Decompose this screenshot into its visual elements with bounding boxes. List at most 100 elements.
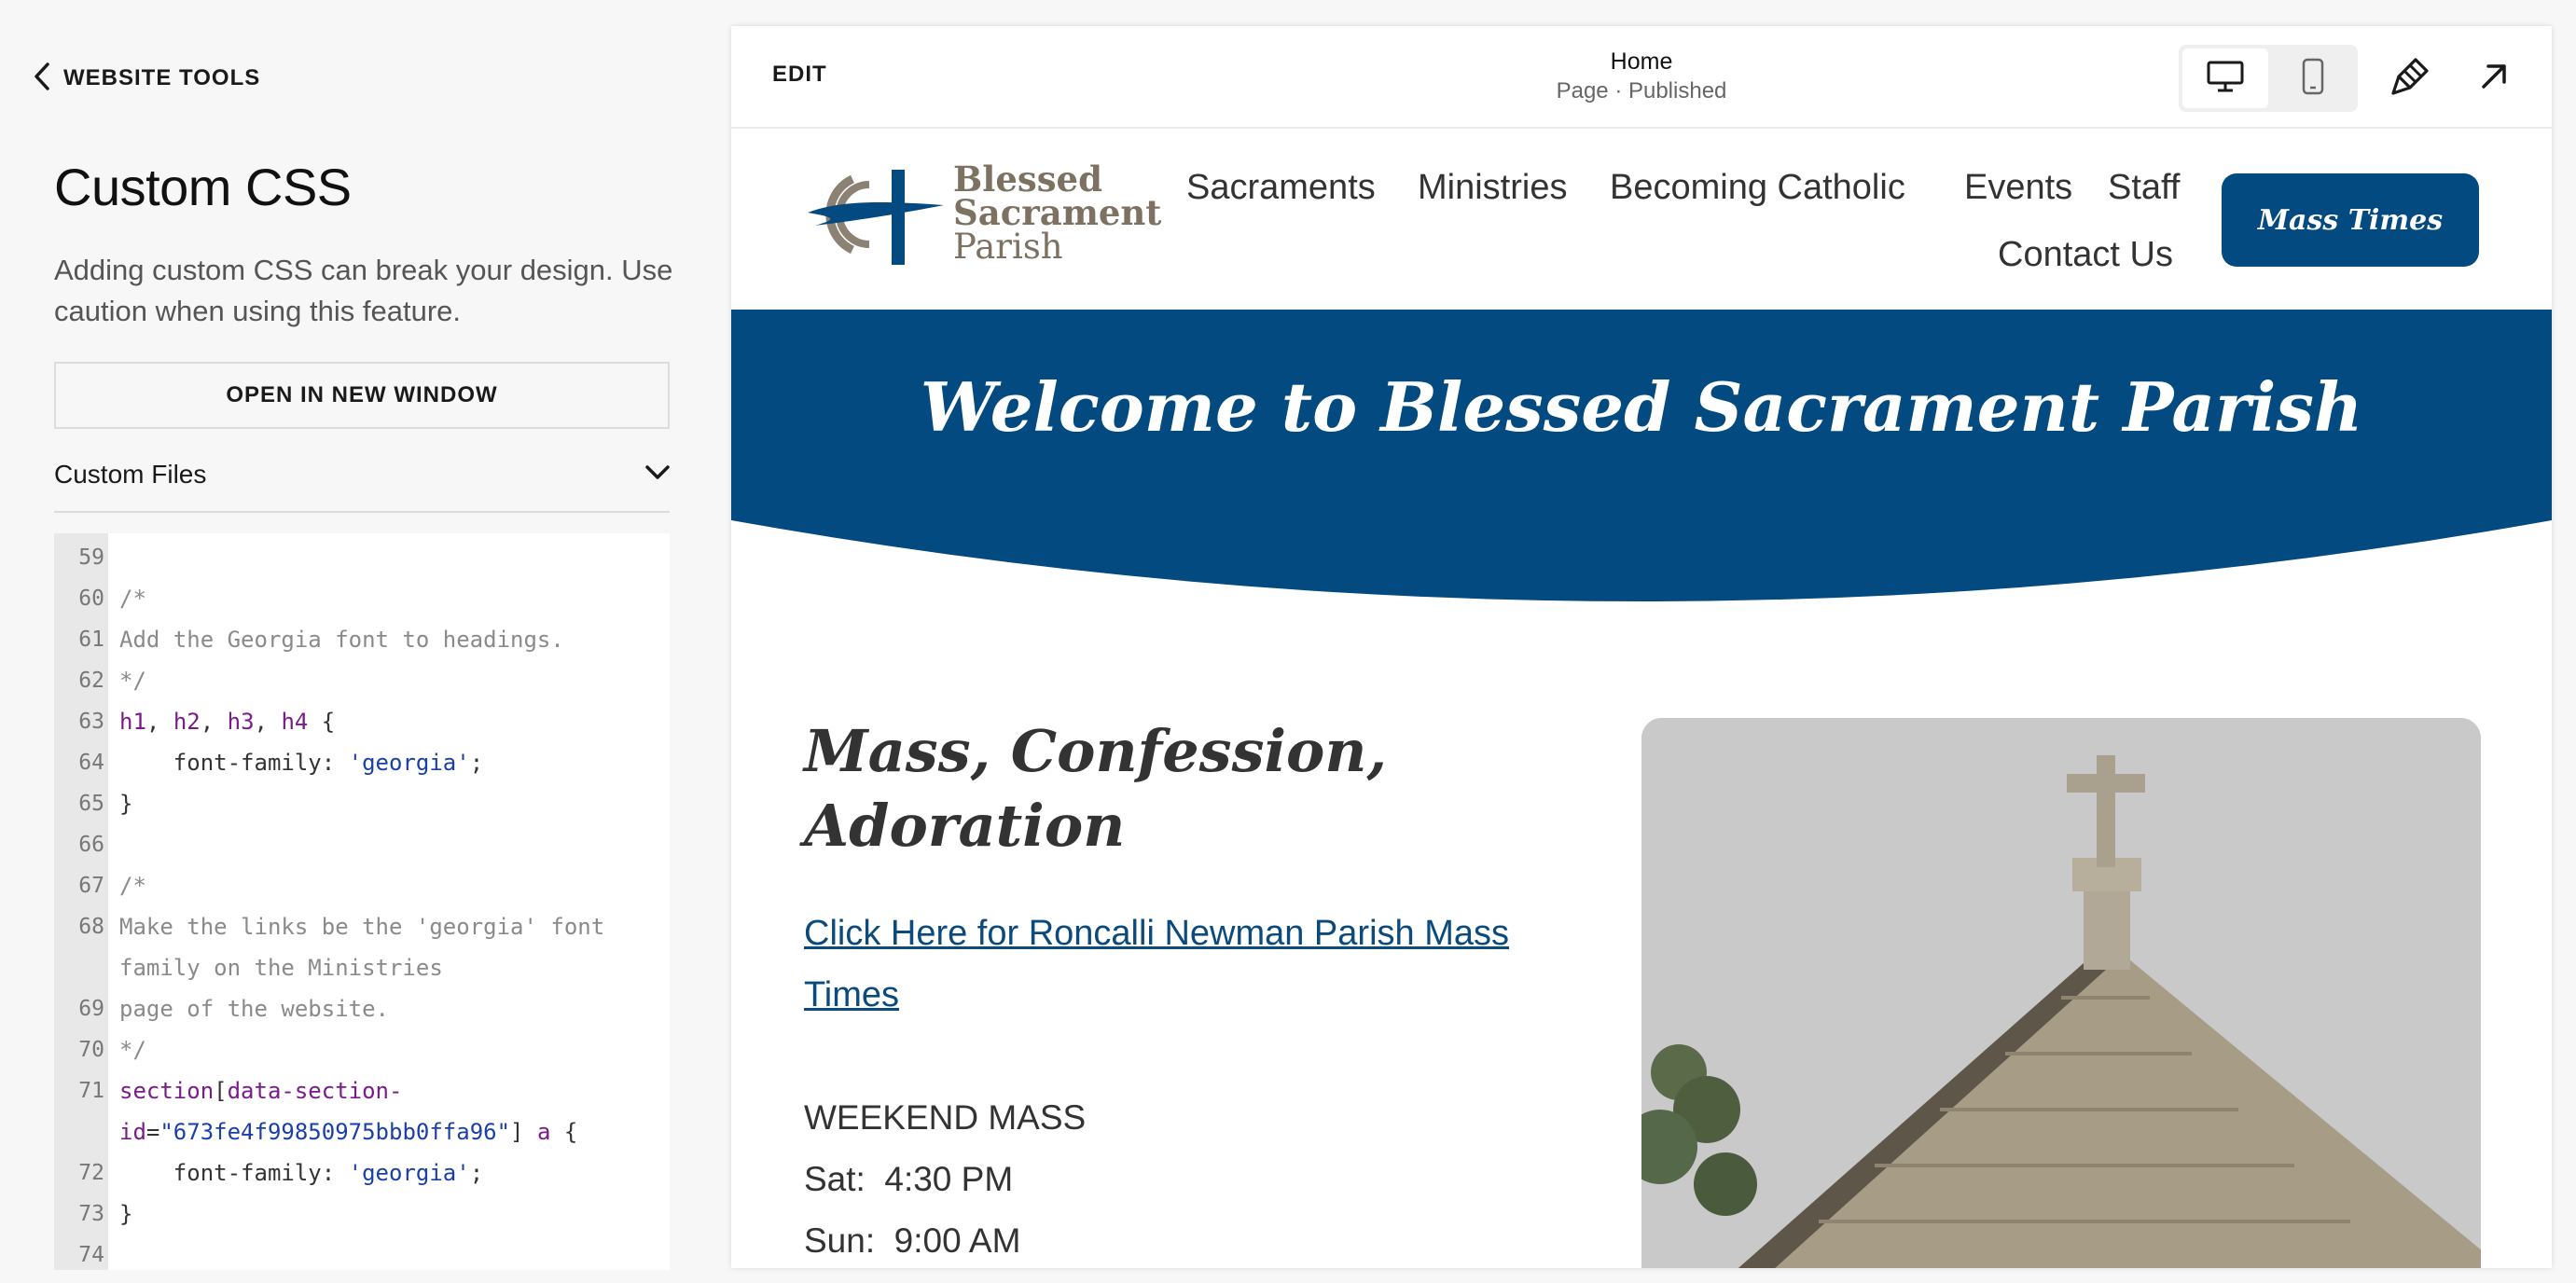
site-styles-button[interactable]	[2384, 52, 2436, 104]
code-token: font-family:	[119, 750, 349, 776]
code-line: 61 Add the Georgia font to headings.	[54, 619, 670, 660]
paintbrush-icon	[2389, 56, 2431, 102]
parish-logo[interactable]: Blessed Sacrament Parish	[804, 159, 1161, 270]
hero-title: Welcome to Blessed Sacrament Parish	[920, 367, 2363, 447]
open-site-button[interactable]	[2468, 52, 2520, 104]
code-text: }	[119, 1193, 660, 1235]
code-text: section[data-section-	[119, 1070, 660, 1111]
device-toggle	[2179, 45, 2358, 112]
chevron-left-icon	[34, 62, 50, 95]
mobile-icon	[2302, 58, 2324, 100]
hero-background-shape	[731, 310, 2552, 601]
code-token: family on the Ministries	[119, 955, 443, 981]
custom-css-panel: WEBSITE TOOLS Custom CSS Adding custom C…	[0, 0, 709, 1283]
code-text: font-family: 'georgia';	[119, 1152, 660, 1193]
code-token: =	[145, 1119, 160, 1145]
logo-line-2: Sacrament	[953, 192, 1162, 233]
code-token: h3	[227, 709, 255, 735]
code-line: 64 font-family: 'georgia';	[54, 742, 670, 783]
line-number: 70	[78, 1038, 104, 1062]
code-line: 70 */	[54, 1029, 670, 1070]
code-line: 66	[54, 824, 670, 865]
code-line: 59	[54, 537, 670, 578]
code-token: ;	[469, 1160, 484, 1186]
desktop-view-button[interactable]	[2182, 48, 2268, 108]
hero-banner: Welcome to Blessed Sacrament Parish	[731, 310, 2552, 636]
mass-times-button[interactable]: Mass Times	[2222, 173, 2479, 267]
mass-time-saturday: Sat: 4:30 PM	[804, 1160, 1014, 1198]
code-token: /*	[119, 873, 146, 899]
mobile-view-button[interactable]	[2272, 48, 2354, 108]
code-token: ,	[254, 709, 282, 735]
back-to-website-tools[interactable]: WEBSITE TOOLS	[34, 62, 260, 95]
cross-logo-icon	[808, 170, 944, 265]
code-line: 62 */	[54, 660, 670, 701]
code-text: */	[119, 1029, 660, 1070]
custom-files-dropdown[interactable]: Custom Files	[54, 438, 670, 513]
css-code-editor[interactable]: 59 60 /* 61 Add the Georgia font to headings…	[54, 533, 670, 1270]
code-line: 71 section[data-section-	[54, 1070, 670, 1111]
code-token: Make the links be the 'georgia' font	[119, 914, 605, 940]
nav-staff[interactable]: Staff	[2108, 168, 2180, 208]
code-token: ;	[469, 750, 484, 776]
nav-becoming-catholic[interactable]: Becoming Catholic	[1610, 168, 1905, 208]
code-line: 74	[54, 1235, 670, 1270]
line-number: 72	[78, 1161, 104, 1185]
code-text: family on the Ministries	[119, 947, 660, 988]
code-token: h4	[281, 709, 309, 735]
code-token: 'georgia'	[348, 750, 470, 776]
code-token: 'georgia'	[348, 1160, 470, 1186]
code-token: Add the Georgia font to headings.	[119, 627, 564, 653]
arrow-up-right-icon	[2479, 62, 2509, 96]
desktop-icon	[2207, 60, 2244, 98]
line-number: 74	[78, 1243, 104, 1267]
panel-title: Custom CSS	[54, 158, 352, 216]
code-text: Add the Georgia font to headings.	[119, 619, 660, 660]
code-line: 72 font-family: 'georgia';	[54, 1152, 670, 1193]
code-line: 67 /*	[54, 865, 670, 906]
logo-line-3: Parish	[953, 227, 1063, 267]
nav-sacraments[interactable]: Sacraments	[1186, 168, 1376, 208]
code-token: h1	[119, 709, 146, 735]
preview-toolbar: EDIT Home Page · Published	[731, 26, 2552, 129]
chevron-down-icon	[645, 464, 670, 485]
custom-files-label: Custom Files	[54, 460, 207, 489]
code-text: /*	[119, 865, 660, 906]
code-text: */	[119, 660, 660, 701]
code-text: font-family: 'georgia';	[119, 742, 660, 783]
code-token: */	[119, 668, 146, 694]
weekend-mass-heading: WEEKEND MASS	[804, 1098, 1087, 1137]
line-number: 62	[78, 669, 104, 693]
code-line: id="673fe4f99850975bbb0ffa96"] a {	[54, 1111, 670, 1152]
nav-contact-us[interactable]: Contact Us	[1998, 235, 2173, 275]
nav-ministries[interactable]: Ministries	[1418, 168, 1567, 208]
site-header: Blessed Sacrament Parish Sacraments Mini…	[731, 131, 2552, 310]
roncalli-mass-times-link[interactable]: Click Here for Roncalli Newman Parish Ma…	[804, 903, 1606, 1026]
section-heading: Mass, Confession, Adoration	[804, 717, 1388, 860]
nav-events[interactable]: Events	[1964, 168, 2072, 208]
line-number: 61	[78, 628, 104, 652]
line-number: 59	[78, 545, 104, 570]
site-preview-frame: EDIT Home Page · Published Blessed Sacra…	[731, 26, 2552, 1268]
code-token: /*	[119, 586, 146, 612]
line-number: 71	[78, 1079, 104, 1103]
code-line: 60 /*	[54, 578, 670, 619]
code-token: {	[308, 709, 336, 735]
code-text: page of the website.	[119, 988, 660, 1029]
code-line: family on the Ministries	[54, 947, 670, 988]
code-line: 65}	[54, 783, 670, 824]
code-line: 68 Make the links be the 'georgia' font	[54, 906, 670, 947]
mass-time-sunday: Sun: 9:00 AM	[804, 1221, 1021, 1260]
code-text: id="673fe4f99850975bbb0ffa96"] a {	[119, 1111, 660, 1152]
code-line: 63 h1, h2, h3, h4 {	[54, 701, 670, 742]
code-token: a	[536, 1119, 551, 1145]
line-number: 65	[78, 792, 104, 816]
code-token: id	[119, 1119, 146, 1145]
line-number: 69	[78, 997, 104, 1021]
line-number: 66	[78, 833, 104, 857]
code-text: Make the links be the 'georgia' font	[119, 906, 660, 947]
open-in-new-window-button[interactable]: OPEN IN NEW WINDOW	[54, 362, 670, 429]
line-number: 64	[78, 751, 104, 775]
line-number: 63	[78, 710, 104, 734]
code-text: }	[119, 783, 660, 824]
